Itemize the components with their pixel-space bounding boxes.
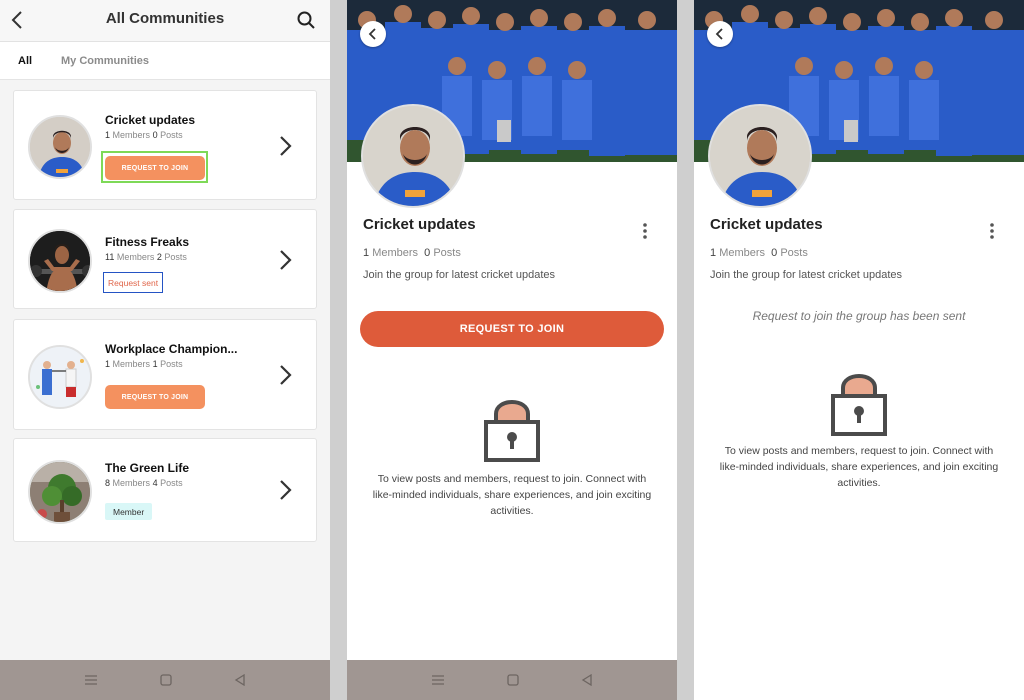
back-arrow-icon — [368, 28, 376, 40]
posts-label: Posts — [160, 359, 183, 369]
request-sent-message: Request to join the group has been sent — [752, 309, 966, 323]
community-stats: 8 Members 4 Posts — [105, 478, 183, 488]
post-count: 4 — [152, 478, 158, 488]
tab-bar: All My Communities — [0, 42, 330, 80]
members-label: Members — [112, 478, 151, 488]
community-card-workplace[interactable]: Workplace Champion... 1 Members 1 Posts … — [13, 319, 317, 430]
nav-home-icon[interactable] — [507, 674, 519, 686]
member-count: 8 — [105, 478, 111, 488]
stage: All Communities All My Communities Crick… — [0, 0, 1024, 700]
group-name: Cricket updates — [363, 216, 476, 233]
member-count: 1 — [105, 359, 111, 369]
back-button[interactable] — [707, 21, 733, 47]
members-label: Members — [112, 130, 151, 140]
group-avatar — [361, 104, 465, 208]
person-avatar-image — [710, 106, 810, 206]
page-title: All Communities — [105, 10, 225, 27]
search-icon[interactable] — [296, 10, 316, 30]
avatar — [28, 115, 92, 179]
nav-back-icon[interactable] — [581, 674, 593, 686]
nav-menu-icon[interactable] — [431, 674, 445, 686]
chevron-right-icon[interactable] — [278, 479, 294, 501]
tab-all[interactable]: All — [18, 55, 32, 67]
members-label: Members — [116, 252, 155, 262]
community-stats: 1 Members 0 Posts — [105, 130, 183, 140]
post-count: 0 — [152, 130, 158, 140]
lock-icon — [831, 374, 887, 436]
member-count: 1 — [105, 130, 111, 140]
locked-info-text: To view posts and members, request to jo… — [372, 473, 652, 517]
avatar — [28, 460, 92, 524]
member-count: 1 — [363, 247, 370, 259]
kebab-menu-icon[interactable] — [641, 221, 649, 241]
person-avatar-image — [363, 106, 463, 206]
app-header: All Communities — [0, 0, 330, 42]
request-to-join-button[interactable]: REQUEST TO JOIN — [105, 156, 205, 180]
posts-label: Posts — [164, 252, 187, 262]
members-label: Members — [112, 359, 151, 369]
lock-icon — [484, 400, 540, 462]
members-label: Members — [719, 247, 766, 259]
nav-home-icon[interactable] — [160, 674, 172, 686]
person-avatar-image — [30, 117, 90, 177]
group-stats: 1 Members 0 Posts — [363, 247, 461, 259]
group-stats: 1 Members 0 Posts — [710, 247, 808, 259]
group-avatar — [708, 104, 812, 208]
kebab-menu-icon[interactable] — [988, 221, 996, 241]
back-arrow-icon — [715, 28, 723, 40]
workplace-avatar-image — [30, 347, 90, 407]
system-nav-bar — [347, 660, 677, 700]
request-sent-status[interactable]: Request sent — [103, 272, 164, 293]
group-description: Join the group for latest cricket update… — [710, 269, 902, 281]
chevron-right-icon[interactable] — [278, 135, 294, 157]
posts-label: Posts — [160, 478, 183, 488]
member-badge: Member — [105, 503, 153, 520]
community-name: Cricket updates — [105, 113, 196, 127]
community-card-fitness[interactable]: Fitness Freaks 11 Members 2 Posts Reques… — [13, 209, 317, 309]
group-detail-screen: Cricket updates 1 Members 0 Posts Join t… — [347, 0, 677, 700]
community-card-cricket[interactable]: Cricket updates 1 Members 0 Posts REQUES… — [13, 90, 317, 200]
community-name: Fitness Freaks — [105, 235, 190, 249]
post-count: 2 — [156, 252, 162, 262]
avatar — [28, 345, 92, 409]
members-label: Members — [372, 247, 419, 259]
communities-list-screen: All Communities All My Communities Crick… — [0, 0, 330, 700]
posts-label: Posts — [433, 247, 461, 259]
community-name: The Green Life — [105, 461, 190, 475]
tab-my-communities[interactable]: My Communities — [61, 55, 149, 67]
nav-back-icon[interactable] — [234, 674, 246, 686]
post-count: 1 — [152, 359, 158, 369]
nav-menu-icon[interactable] — [84, 674, 98, 686]
request-sent-screen: Cricket updates 1 Members 0 Posts Join t… — [694, 0, 1024, 700]
locked-info-text: To view posts and members, request to jo… — [719, 445, 999, 489]
request-to-join-button[interactable]: REQUEST TO JOIN — [360, 311, 664, 347]
member-count: 1 — [710, 247, 717, 259]
chevron-right-icon[interactable] — [278, 364, 294, 386]
member-count: 11 — [105, 252, 115, 262]
plant-avatar-image — [30, 462, 90, 522]
post-count: 0 — [771, 247, 778, 259]
post-count: 0 — [424, 247, 431, 259]
avatar — [28, 229, 92, 293]
system-nav-bar — [0, 660, 330, 700]
group-description: Join the group for latest cricket update… — [363, 269, 555, 281]
posts-label: Posts — [780, 247, 808, 259]
back-button[interactable] — [360, 21, 386, 47]
group-name: Cricket updates — [710, 216, 823, 233]
community-name: Workplace Champion... — [105, 342, 238, 356]
fitness-avatar-image — [30, 231, 90, 291]
community-stats: 1 Members 1 Posts — [105, 359, 183, 369]
chevron-right-icon[interactable] — [278, 249, 294, 271]
community-stats: 11 Members 2 Posts — [105, 252, 187, 262]
community-card-green-life[interactable]: The Green Life 8 Members 4 Posts Member — [13, 438, 317, 542]
posts-label: Posts — [160, 130, 183, 140]
request-to-join-button[interactable]: REQUEST TO JOIN — [105, 385, 205, 409]
